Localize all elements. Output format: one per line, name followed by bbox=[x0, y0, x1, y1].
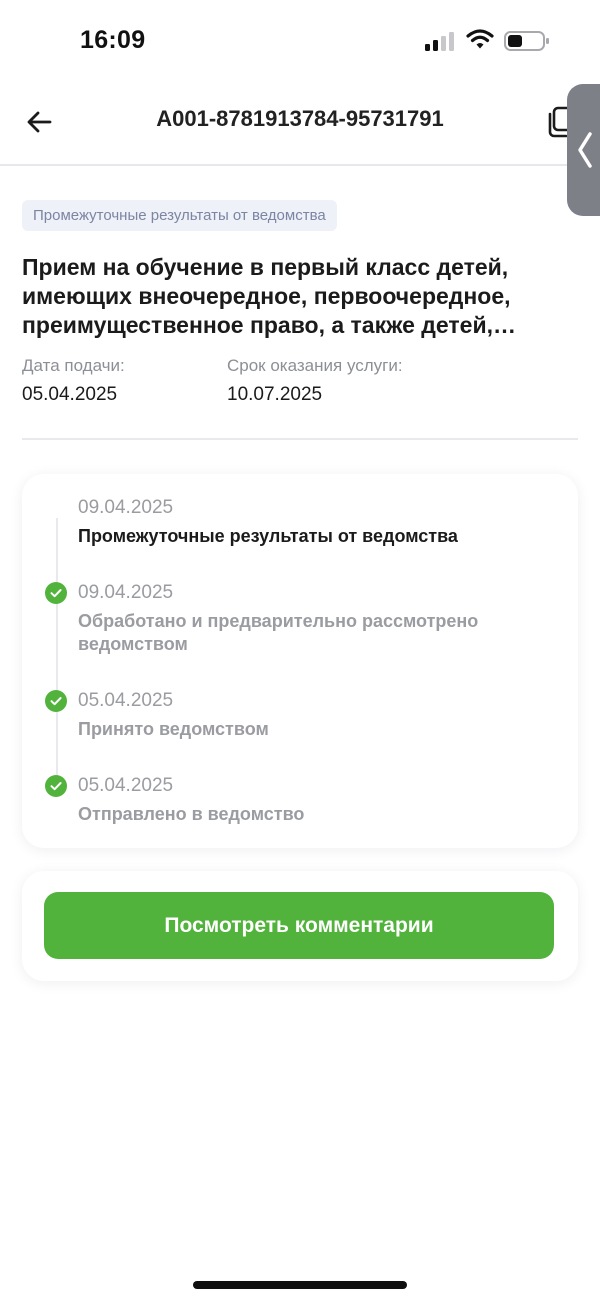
step-label: Обработано и предварительно рассмотрено … bbox=[78, 611, 479, 654]
back-button[interactable] bbox=[20, 102, 60, 142]
header-bar: A001-8781913784-95731791 bbox=[0, 80, 600, 166]
side-panel-handle[interactable] bbox=[567, 84, 600, 216]
check-circle-icon bbox=[45, 582, 67, 604]
view-comments-button[interactable]: Посмотреть комментарии bbox=[44, 892, 554, 959]
status-time: 16:09 bbox=[80, 26, 146, 54]
check-circle-icon bbox=[45, 690, 67, 712]
arrow-left-icon bbox=[27, 111, 52, 133]
deadline-label: Срок оказания услуги: bbox=[227, 356, 403, 375]
submission-date-value: 05.04.2025 bbox=[22, 384, 118, 405]
wifi-icon bbox=[466, 29, 494, 49]
service-title: Прием на обучение в первый класс детей, … bbox=[22, 254, 511, 338]
deadline-block: Срок оказания услуги: 10.07.2025 bbox=[227, 356, 403, 406]
submission-date-label: Дата подачи: bbox=[22, 356, 125, 375]
step-date: 05.04.2025 bbox=[78, 775, 174, 796]
step-label: Отправлено в ведомство bbox=[78, 804, 305, 824]
cellular-signal-icon bbox=[425, 32, 454, 51]
home-indicator[interactable] bbox=[193, 1281, 407, 1289]
dates-row: Дата подачи: 05.04.2025 Срок оказания ус… bbox=[22, 356, 578, 414]
submission-date-block: Дата подачи: 05.04.2025 bbox=[22, 356, 125, 406]
chevron-left-icon bbox=[578, 132, 592, 168]
step-label: Принято ведомством bbox=[78, 719, 269, 739]
divider bbox=[22, 438, 578, 440]
comments-card: Посмотреть комментарии bbox=[22, 871, 578, 981]
status-bar: 16:09 bbox=[0, 0, 600, 80]
deadline-value: 10.07.2025 bbox=[227, 384, 323, 405]
battery-icon bbox=[504, 31, 549, 51]
check-circle-icon bbox=[45, 775, 67, 797]
step-date: 05.04.2025 bbox=[78, 690, 174, 711]
timeline-line bbox=[56, 518, 58, 788]
step-label: Промежуточные результаты от ведомства bbox=[78, 526, 458, 546]
status-badge: Промежуточные результаты от ведомства bbox=[22, 200, 337, 231]
step-date: 09.04.2025 bbox=[78, 582, 174, 603]
application-summary: Промежуточные результаты от ведомства Пр… bbox=[22, 200, 578, 414]
order-number: A001-8781913784-95731791 bbox=[156, 106, 444, 131]
step-date: 09.04.2025 bbox=[78, 497, 174, 518]
